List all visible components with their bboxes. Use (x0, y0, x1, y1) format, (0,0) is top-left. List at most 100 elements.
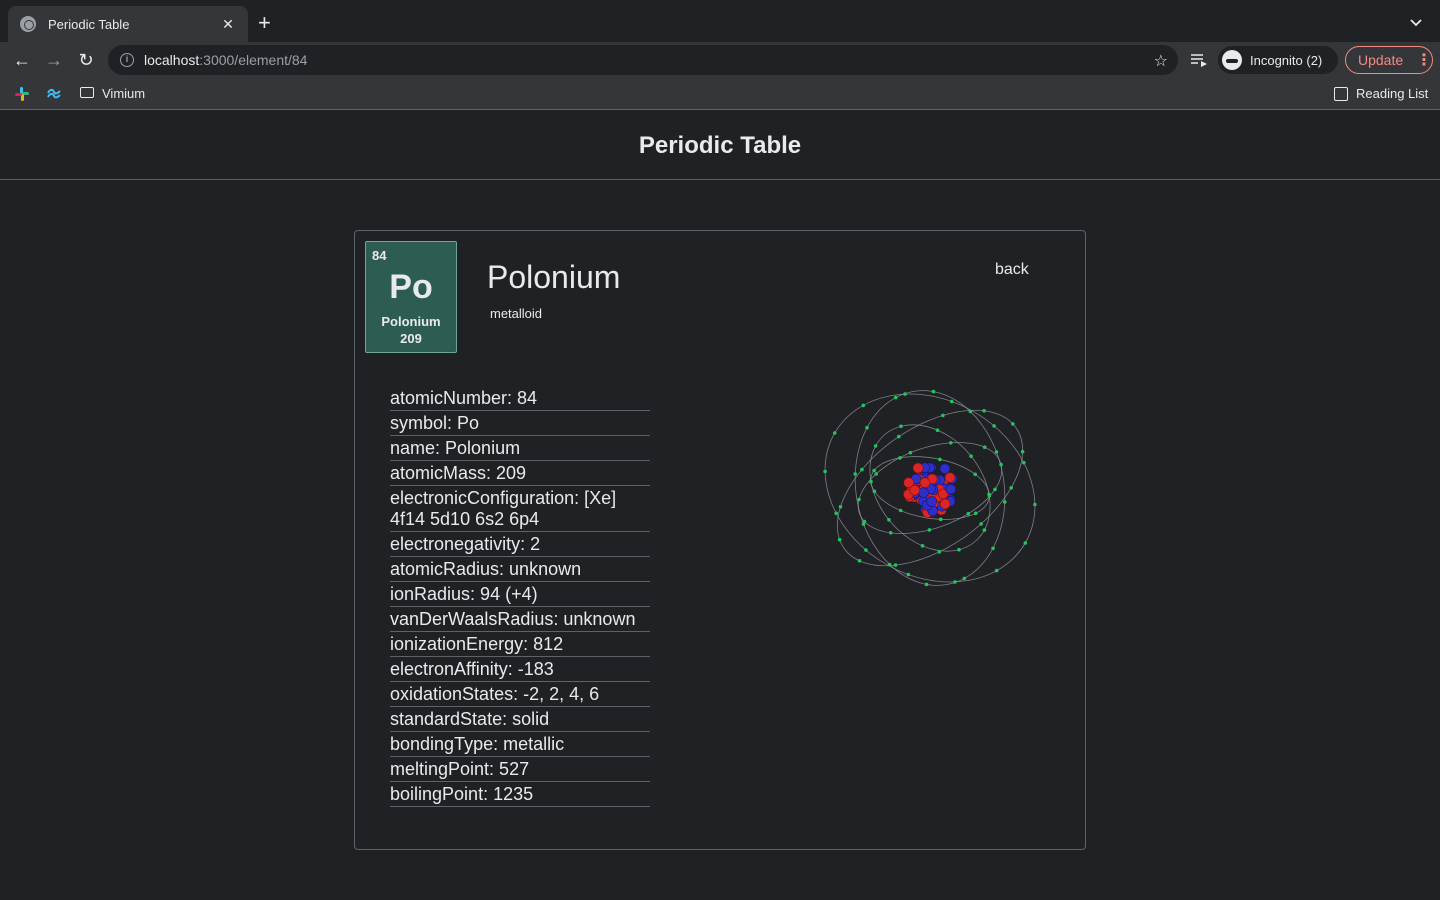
forward-arrow-icon[interactable]: → (44, 50, 64, 70)
electron (966, 511, 971, 516)
electron (897, 434, 901, 439)
proton (909, 484, 920, 496)
bookmark-star-icon[interactable]: ☆ (1154, 51, 1168, 71)
info-icon[interactable]: i (120, 53, 134, 67)
electron (903, 392, 907, 396)
new-tab-icon[interactable]: + (258, 12, 271, 34)
browser-toolbar: ← → ↻ i localhost:3000/element/84 ☆ Inco… (0, 42, 1440, 78)
electron (834, 511, 838, 516)
electron (865, 425, 869, 430)
electron (957, 547, 961, 552)
electron (1011, 422, 1015, 426)
media-queue-icon[interactable] (1190, 52, 1208, 68)
tile-atomic-number: 84 (372, 248, 387, 263)
proton (939, 498, 951, 510)
electron (837, 537, 842, 542)
electron (979, 522, 983, 526)
electron (898, 456, 902, 460)
property-item: boilingPoint: 1235 (390, 782, 650, 807)
electron (938, 457, 942, 462)
property-item: symbol: Po (390, 411, 650, 436)
element-tile: 84 Po Polonium 209 (365, 241, 457, 353)
tab-bar: Periodic Table ✕ + (0, 0, 1440, 42)
property-item: name: Polonium (390, 436, 650, 461)
nucleus (903, 462, 958, 518)
electron (982, 409, 986, 413)
electron (935, 428, 940, 432)
electron (838, 505, 843, 509)
electron (874, 472, 878, 476)
incognito-profile-button[interactable]: Incognito (2) (1218, 46, 1338, 74)
electron (906, 572, 911, 577)
neutron (918, 487, 929, 498)
element-category: metalloid (490, 306, 543, 321)
property-item: ionizationEnergy: 812 (390, 632, 650, 657)
electron (861, 403, 866, 408)
electron (937, 550, 942, 554)
neutron (939, 463, 951, 474)
neutron (926, 496, 937, 507)
electron (949, 441, 953, 445)
tile-symbol: Po (389, 268, 433, 306)
electron (1033, 502, 1037, 507)
reading-list-button[interactable]: Reading List (1356, 86, 1428, 101)
folder-icon[interactable] (80, 87, 94, 98)
electron (969, 454, 973, 458)
electron (924, 582, 929, 587)
electron (1023, 541, 1028, 545)
electron (994, 450, 999, 454)
back-link[interactable]: back (995, 261, 1029, 279)
electron (1020, 449, 1025, 454)
electron (920, 544, 925, 548)
electron (991, 546, 995, 551)
update-button[interactable]: Update ⋮ (1345, 46, 1433, 74)
back-arrow-icon[interactable]: ← (12, 50, 32, 70)
electron (982, 528, 987, 532)
browser-tab[interactable]: Periodic Table ✕ (8, 6, 248, 42)
update-label: Update (1358, 52, 1404, 68)
electron (869, 479, 873, 484)
proton (944, 472, 956, 483)
bookmarks-bar: Vimium Reading List (0, 78, 1440, 110)
electron (864, 548, 868, 552)
electron (872, 489, 877, 494)
proton (912, 462, 924, 474)
electron (982, 445, 987, 449)
element-name-heading: Polonium (487, 259, 621, 295)
electron (860, 467, 864, 472)
property-item: oxidationStates: -2, 2, 4, 6 (390, 682, 650, 707)
chevron-down-icon[interactable] (1408, 14, 1424, 30)
electron (898, 508, 903, 513)
close-tab-icon[interactable]: ✕ (220, 16, 236, 33)
more-vert-icon[interactable]: ⋮ (1416, 50, 1432, 70)
atom-model (823, 389, 1037, 587)
electron (1022, 460, 1026, 465)
slack-icon[interactable] (14, 86, 30, 102)
electron (941, 413, 945, 418)
electron (872, 468, 876, 473)
electron (994, 568, 999, 573)
tailwind-icon[interactable] (46, 86, 62, 102)
electron (992, 424, 996, 428)
electron (938, 517, 943, 522)
reload-icon[interactable]: ↻ (76, 50, 96, 70)
electron (823, 469, 827, 474)
electron (987, 493, 992, 498)
proton (919, 477, 931, 489)
electron (927, 528, 932, 532)
electron (1003, 500, 1007, 504)
electron (857, 559, 862, 563)
electron (857, 497, 861, 502)
reading-list-icon[interactable] (1334, 87, 1348, 101)
electron (893, 563, 898, 567)
electron (973, 511, 978, 516)
property-item: standardState: solid (390, 707, 650, 732)
electron (949, 399, 954, 404)
page-title: Periodic Table (638, 132, 802, 159)
bookmark-vimium[interactable]: Vimium (102, 86, 145, 101)
address-bar[interactable]: i localhost:3000/element/84 ☆ (108, 45, 1178, 75)
page-header: Periodic Table (0, 111, 1440, 180)
electron (908, 450, 913, 455)
tab-title: Periodic Table (48, 16, 130, 32)
electron (853, 472, 857, 476)
